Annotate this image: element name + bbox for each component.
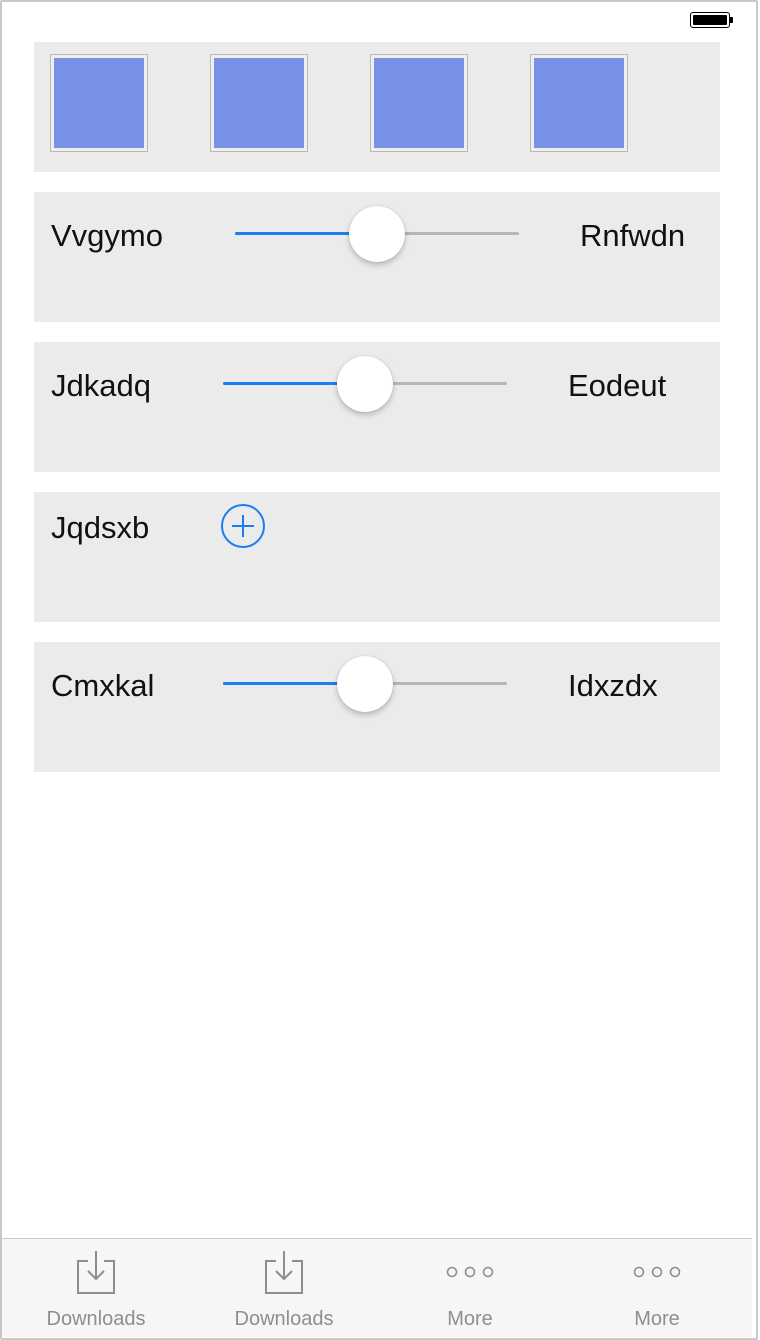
- slider[interactable]: [235, 206, 519, 262]
- slider-right-label: Eodeut: [568, 368, 667, 403]
- color-swatch[interactable]: [370, 54, 468, 152]
- slider-thumb[interactable]: [349, 206, 405, 262]
- slider-thumb[interactable]: [337, 656, 393, 712]
- slider-right-label: Rnfwdn: [580, 218, 686, 253]
- tab-downloads[interactable]: Downloads: [190, 1239, 378, 1337]
- add-row: Jqdsxb: [34, 492, 720, 622]
- add-row-label: Jqdsxb: [51, 510, 150, 545]
- slider-left-label: Cmxkal: [51, 668, 155, 703]
- color-swatch[interactable]: [530, 54, 628, 152]
- slider-row: Jdkadq Eodeut: [34, 342, 720, 472]
- downloads-icon: [265, 1251, 303, 1294]
- tab-downloads[interactable]: Downloads: [2, 1239, 190, 1337]
- color-swatch[interactable]: [210, 54, 308, 152]
- slider-left-label: Jdkadq: [51, 368, 151, 403]
- slider-row: Vvgymo Rnfwdn: [34, 192, 720, 322]
- slider-row: Cmxkal Idxzdx: [34, 642, 720, 772]
- tab-label: More: [634, 1308, 680, 1330]
- color-swatch[interactable]: [50, 54, 148, 152]
- tab-label: Downloads: [234, 1308, 334, 1330]
- slider-right-label: Idxzdx: [568, 668, 658, 703]
- more-icon: [633, 1266, 681, 1278]
- tab-label: More: [447, 1308, 493, 1330]
- color-swatch-row: [34, 42, 720, 172]
- downloads-icon: [77, 1251, 115, 1294]
- battery-icon: [690, 12, 734, 30]
- plus-circle-icon[interactable]: [221, 504, 265, 548]
- slider[interactable]: [223, 656, 507, 712]
- tab-more[interactable]: More: [376, 1239, 564, 1337]
- slider-left-label: Vvgymo: [51, 218, 163, 253]
- tab-bar: Downloads Downloads More More: [2, 1238, 752, 1337]
- more-icon: [446, 1266, 494, 1278]
- tab-more[interactable]: More: [563, 1239, 751, 1337]
- slider-thumb[interactable]: [337, 356, 393, 412]
- tab-label: Downloads: [46, 1308, 146, 1330]
- slider[interactable]: [223, 356, 507, 412]
